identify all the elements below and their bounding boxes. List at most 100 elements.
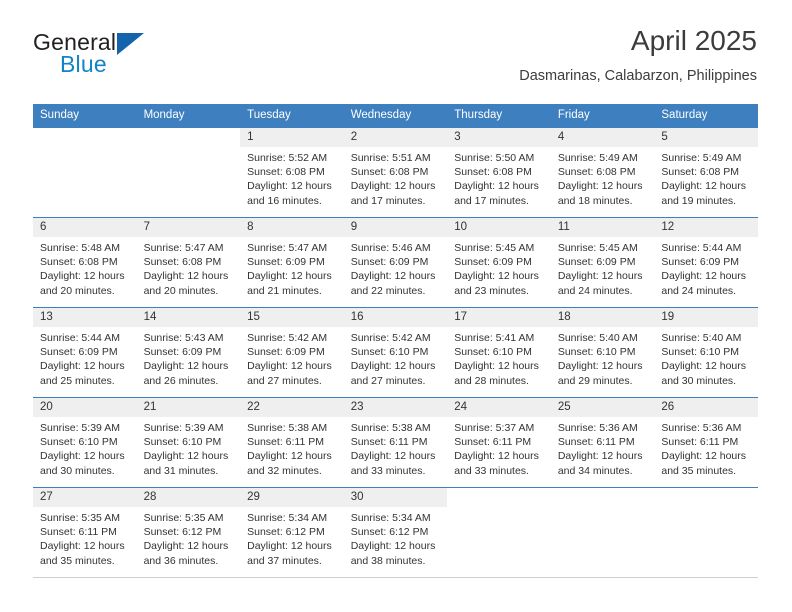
day-number: 14 [136,308,241,327]
calendar-day-cell[interactable]: 2 Sunrise: 5:51 AM Sunset: 6:08 PM Daylight… [343,127,448,218]
daylight-text-line1: Daylight: 12 hours [557,450,643,463]
calendar-day-cell[interactable]: 1 Sunrise: 5:52 AM Sunset: 6:08 PM Daylight… [240,127,344,218]
day-details: Sunrise: 5:50 AM Sunset: 6:08 PM Daylight:… [447,147,551,208]
day-details: Sunrise: 5:51 AM Sunset: 6:08 PM Daylight:… [344,147,448,208]
daylight-text-line2: and 34 minutes. [557,464,633,477]
day-number: 22 [240,398,344,417]
day-details: Sunrise: 5:43 AM Sunset: 6:09 PM Daylight:… [137,327,241,388]
daylight-text-line1: Daylight: 12 hours [40,450,125,463]
sunrise-text: Sunrise: 5:44 AM [661,242,742,254]
calendar-week-row: 27 Sunrise: 5:35 AM Sunset: 6:11 PM Dayligh… [33,487,758,578]
calendar-day-cell[interactable]: 18 Sunrise: 5:40 AM Sunset: 6:10 PM Dayligh… [550,307,655,398]
calendar-day-cell[interactable]: 11 Sunrise: 5:45 AM Sunset: 6:09 PM Dayligh… [550,217,655,308]
calendar-day-cell[interactable]: 27 Sunrise: 5:35 AM Sunset: 6:11 PM Dayligh… [33,487,137,578]
calendar-day-cell[interactable]: 10 Sunrise: 5:45 AM Sunset: 6:09 PM Dayligh… [447,217,551,308]
day-details: Sunrise: 5:37 AM Sunset: 6:11 PM Daylight:… [447,417,551,478]
calendar-day-cell[interactable]: 13 Sunrise: 5:44 AM Sunset: 6:09 PM Dayligh… [33,307,137,398]
day-number: 11 [550,218,655,237]
calendar-day-cell[interactable]: 26 Sunrise: 5:36 AM Sunset: 6:11 PM Dayligh… [654,397,758,488]
daylight-text-line1: Daylight: 12 hours [454,360,539,373]
calendar-day-cell[interactable]: 3 Sunrise: 5:50 AM Sunset: 6:08 PM Daylight… [447,127,551,218]
weekday-header-tuesday: Tuesday [240,104,344,128]
daylight-text-line1: Daylight: 12 hours [454,450,539,463]
general-blue-logo[interactable]: General Blue [33,30,213,86]
calendar-week-row: 6 Sunrise: 5:48 AM Sunset: 6:08 PM Daylight… [33,217,758,308]
sunset-text: Sunset: 6:09 PM [247,256,325,269]
calendar-week-row: 20 Sunrise: 5:39 AM Sunset: 6:10 PM Dayligh… [33,397,758,488]
daylight-text-line2: and 35 minutes. [661,464,737,477]
page-title: April 2025 [630,25,757,56]
daylight-text-line1: Daylight: 12 hours [350,360,436,373]
calendar-day-cell[interactable]: 6 Sunrise: 5:48 AM Sunset: 6:08 PM Daylight… [33,217,137,308]
daylight-text-line1: Daylight: 12 hours [454,270,539,283]
calendar-day-cell[interactable]: 22 Sunrise: 5:38 AM Sunset: 6:11 PM Dayligh… [240,397,344,488]
sunrise-text: Sunrise: 5:52 AM [247,152,328,164]
calendar-day-cell[interactable]: 21 Sunrise: 5:39 AM Sunset: 6:10 PM Dayligh… [136,397,241,488]
daylight-text-line2: and 35 minutes. [40,554,115,567]
daylight-text-line1: Daylight: 12 hours [350,180,436,193]
day-details: Sunrise: 5:46 AM Sunset: 6:09 PM Daylight:… [344,237,448,298]
sunset-text: Sunset: 6:11 PM [454,436,532,449]
sunset-text: Sunset: 6:10 PM [143,436,222,449]
daylight-text-line2: and 37 minutes. [247,554,322,567]
calendar-day-cell[interactable]: 12 Sunrise: 5:44 AM Sunset: 6:09 PM Dayligh… [654,217,758,308]
daylight-text-line1: Daylight: 12 hours [454,180,539,193]
daylight-text-line2: and 30 minutes. [40,464,115,477]
calendar-day-cell[interactable]: 9 Sunrise: 5:46 AM Sunset: 6:09 PM Daylight… [343,217,448,308]
daylight-text-line1: Daylight: 12 hours [247,540,332,553]
sunset-text: Sunset: 6:09 PM [40,346,118,359]
daylight-text-line2: and 17 minutes. [350,194,426,207]
calendar-day-cell[interactable]: 20 Sunrise: 5:39 AM Sunset: 6:10 PM Dayligh… [33,397,137,488]
calendar-day-cell[interactable]: 14 Sunrise: 5:43 AM Sunset: 6:09 PM Dayligh… [136,307,241,398]
daylight-text-line2: and 20 minutes. [143,284,219,297]
calendar-day-cell[interactable]: 30 Sunrise: 5:34 AM Sunset: 6:12 PM Dayligh… [343,487,448,578]
calendar-day-cell[interactable]: 5 Sunrise: 5:49 AM Sunset: 6:08 PM Daylight… [654,127,758,218]
daylight-text-line2: and 19 minutes. [661,194,737,207]
daylight-text-line1: Daylight: 12 hours [143,450,229,463]
calendar-day-cell[interactable]: 15 Sunrise: 5:42 AM Sunset: 6:09 PM Dayligh… [240,307,344,398]
daylight-text-line2: and 32 minutes. [247,464,322,477]
sunset-text: Sunset: 6:12 PM [350,526,429,539]
logo-text-blue: Blue [60,51,107,77]
calendar-day-cell[interactable]: 25 Sunrise: 5:36 AM Sunset: 6:11 PM Dayligh… [550,397,655,488]
day-details: Sunrise: 5:49 AM Sunset: 6:08 PM Daylight:… [551,147,655,208]
calendar-week-row: 1 Sunrise: 5:52 AM Sunset: 6:08 PM Daylight… [33,127,758,218]
daylight-text-line2: and 33 minutes. [350,464,426,477]
calendar-day-cell[interactable]: 7 Sunrise: 5:47 AM Sunset: 6:08 PM Daylight… [136,217,241,308]
sunrise-text: Sunrise: 5:37 AM [454,422,535,434]
page-header: General Blue April 2025 Dasmarinas, Cala… [33,24,757,96]
sunset-text: Sunset: 6:08 PM [557,166,636,179]
calendar-day-cell[interactable]: 4 Sunrise: 5:49 AM Sunset: 6:08 PM Daylight… [550,127,655,218]
calendar-day-cell[interactable]: 17 Sunrise: 5:41 AM Sunset: 6:10 PM Dayligh… [447,307,551,398]
calendar-day-cell[interactable]: 28 Sunrise: 5:35 AM Sunset: 6:12 PM Dayligh… [136,487,241,578]
calendar-header-row: Sunday Monday Tuesday Wednesday Thursday… [33,104,758,128]
daylight-text-line1: Daylight: 12 hours [247,450,332,463]
calendar-empty-cell [550,487,655,578]
calendar-day-cell[interactable]: 29 Sunrise: 5:34 AM Sunset: 6:12 PM Dayligh… [240,487,344,578]
day-details: Sunrise: 5:38 AM Sunset: 6:11 PM Daylight:… [240,417,344,478]
sunset-text: Sunset: 6:08 PM [661,166,740,179]
daylight-text-line1: Daylight: 12 hours [143,540,229,553]
sunset-text: Sunset: 6:08 PM [247,166,325,179]
daylight-text-line2: and 27 minutes. [350,374,426,387]
day-details: Sunrise: 5:45 AM Sunset: 6:09 PM Daylight:… [447,237,551,298]
sunset-text: Sunset: 6:09 PM [350,256,429,269]
daylight-text-line1: Daylight: 12 hours [350,270,436,283]
daylight-text-line2: and 23 minutes. [454,284,529,297]
day-number: 24 [447,398,551,417]
calendar-week-row: 13 Sunrise: 5:44 AM Sunset: 6:09 PM Dayligh… [33,307,758,398]
day-number: 15 [240,308,344,327]
daylight-text-line2: and 17 minutes. [454,194,529,207]
day-details: Sunrise: 5:45 AM Sunset: 6:09 PM Daylight:… [551,237,655,298]
calendar-day-cell[interactable]: 16 Sunrise: 5:42 AM Sunset: 6:10 PM Dayligh… [343,307,448,398]
daylight-text-line2: and 28 minutes. [454,374,529,387]
calendar-day-cell[interactable]: 8 Sunrise: 5:47 AM Sunset: 6:09 PM Daylight… [240,217,344,308]
calendar-day-cell[interactable]: 23 Sunrise: 5:38 AM Sunset: 6:11 PM Dayligh… [343,397,448,488]
day-number: 3 [447,128,551,147]
calendar-day-cell[interactable]: 24 Sunrise: 5:37 AM Sunset: 6:11 PM Dayligh… [447,397,551,488]
calendar-day-cell[interactable]: 19 Sunrise: 5:40 AM Sunset: 6:10 PM Dayligh… [654,307,758,398]
page-subtitle: Dasmarinas, Calabarzon, Philippines [519,68,757,84]
sunrise-text: Sunrise: 5:38 AM [350,422,431,434]
sunrise-text: Sunrise: 5:35 AM [143,512,224,524]
sunset-text: Sunset: 6:10 PM [454,346,532,359]
